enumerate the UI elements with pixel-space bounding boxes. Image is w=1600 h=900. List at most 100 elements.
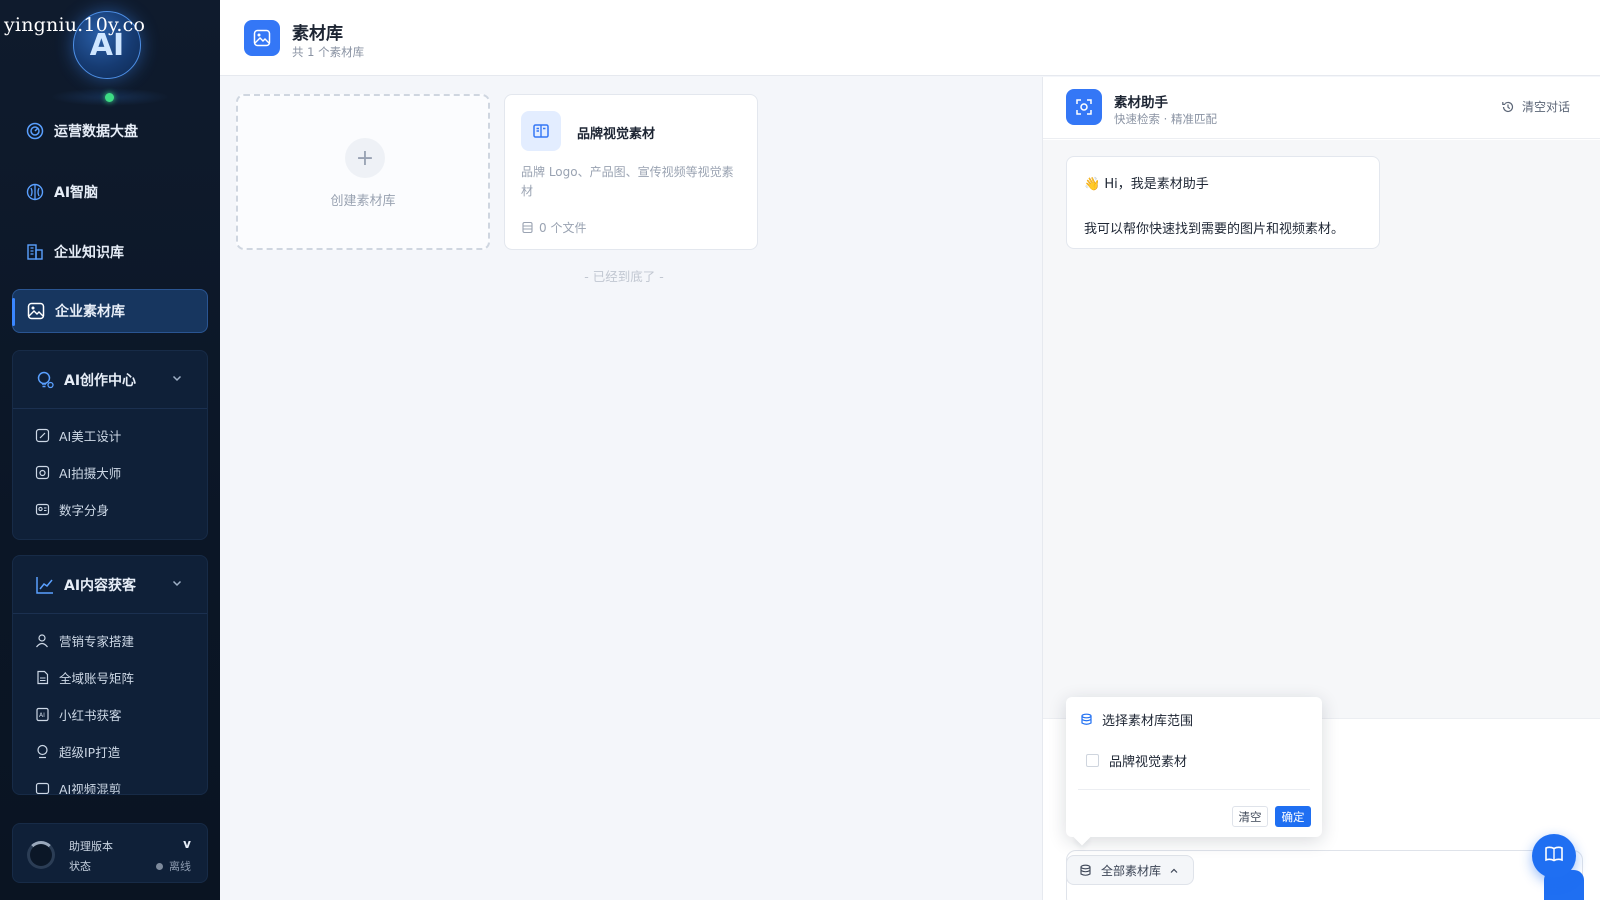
sidebar: AI 运营数据大盘 AI智脑 企业知识库 企业素材库 AI创作中心 AI美工设计… (0, 0, 220, 900)
group-header-ai-creation[interactable]: AI创作中心 (13, 351, 207, 409)
video-icon (35, 781, 50, 794)
book-open-icon (1543, 843, 1565, 869)
help-float-button[interactable] (1532, 834, 1576, 878)
group-ai-content: AI内容获客 营销专家搭建 全域账号矩阵 AI 小红书获客 超级IP打造 AI视… (12, 555, 208, 795)
sub-item-account-matrix[interactable]: 全域账号矩阵 (13, 659, 207, 696)
status-value: 离线 (156, 858, 191, 874)
create-library-card[interactable]: + 创建素材库 (236, 94, 490, 250)
scope-button-label: 全部素材库 (1101, 863, 1162, 878)
page-header: 素材库 共 1 个素材库 (220, 0, 1600, 76)
checkbox[interactable] (1086, 754, 1099, 767)
assistant-message: 👋 Hi，我是素材助手 我可以帮你快速找到需要的图片和视频素材。 (1066, 156, 1380, 249)
chevron-down-icon (171, 372, 183, 388)
create-library-label: 创建素材库 (330, 194, 396, 209)
wave-icon: 👋 (1084, 177, 1101, 192)
version-label: 助理版本 (69, 840, 113, 853)
doc-icon (35, 670, 50, 685)
page-title: 素材库 (292, 24, 343, 44)
book-icon (521, 111, 561, 151)
sub-item-label: 全域账号矩阵 (59, 671, 135, 686)
end-of-list: - 已经到底了 - (584, 269, 664, 284)
brain-icon (26, 183, 44, 201)
library-option-label: 品牌视觉素材 (1109, 755, 1188, 770)
group-label: AI内容获客 (64, 577, 137, 594)
sub-item-label: 小红书获客 (59, 708, 122, 723)
sub-item-label: 数字分身 (59, 503, 110, 518)
library-grid: + 创建素材库 品牌视觉素材 品牌 Logo、产品图、宣传视频等视觉素材 0 个… (220, 77, 1042, 900)
sub-item-label: 超级IP打造 (59, 745, 121, 760)
library-card[interactable]: 品牌视觉素材 品牌 Logo、产品图、宣传视频等视觉素材 0 个文件 (504, 94, 758, 250)
file-stack-icon (521, 221, 534, 234)
medal-icon (35, 744, 50, 759)
status-value-text: 离线 (169, 860, 191, 873)
library-scope-button[interactable]: 全部素材库 (1066, 855, 1194, 885)
bulb-icon (35, 370, 55, 390)
sub-item-marketing-expert[interactable]: 营销专家搭建 (13, 622, 207, 659)
design-icon (35, 428, 50, 443)
library-description: 品牌 Logo、产品图、宣传视频等视觉素材 (521, 165, 734, 198)
sub-item-ai-photo[interactable]: AI拍摄大师 (13, 454, 207, 491)
nav-item-materials[interactable]: 企业素材库 (12, 289, 208, 333)
sub-item-xiaohongshu[interactable]: AI 小红书获客 (13, 696, 207, 733)
sub-item-digital-avatar[interactable]: 数字分身 (13, 491, 207, 528)
chevron-down-icon (171, 577, 183, 593)
popover-title-text: 选择素材库范围 (1102, 714, 1194, 729)
sub-item-label: AI拍摄大师 (59, 466, 122, 481)
popover-clear-button[interactable]: 清空 (1232, 806, 1268, 827)
group-header-ai-content[interactable]: AI内容获客 (13, 556, 207, 614)
clear-chat-label: 清空对话 (1521, 100, 1570, 114)
nav-item-dashboard[interactable]: 运营数据大盘 (12, 109, 208, 153)
library-option[interactable]: 品牌视觉素材 (1086, 751, 1187, 770)
version-value: v (183, 837, 191, 851)
sub-item-super-ip[interactable]: 超级IP打造 (13, 733, 207, 770)
popover-confirm-button[interactable]: 确定 (1275, 806, 1311, 827)
loading-spinner-icon (27, 841, 55, 869)
library-file-count: 0 个文件 (521, 219, 586, 236)
camera-icon (35, 465, 50, 480)
ai-doc-icon: AI (35, 707, 50, 722)
status-label: 状态 (69, 860, 91, 873)
assistant-subtitle: 快速检索 · 精准匹配 (1114, 112, 1217, 126)
user-icon (35, 633, 50, 648)
popover-title: 选择素材库范围 (1080, 710, 1193, 729)
sub-item-video-remix[interactable]: AI视频混剪 (13, 770, 207, 795)
nav-label: AI智脑 (54, 185, 99, 201)
assistant-title: 素材助手 (1114, 95, 1168, 111)
nav-item-knowledge[interactable]: 企业知识库 (12, 230, 208, 274)
chat-area: 👋 Hi，我是素材助手 我可以帮你快速找到需要的图片和视频素材。 (1043, 140, 1600, 718)
nav-label: 企业知识库 (54, 245, 124, 261)
chevron-up-icon (1169, 865, 1179, 875)
intro-text: 我可以帮你快速找到需要的图片和视频素材。 (1084, 222, 1345, 237)
image-icon (244, 20, 280, 56)
avatar-icon (35, 502, 50, 517)
sub-item-ai-design[interactable]: AI美工设计 (13, 417, 207, 454)
page-subtitle: 共 1 个素材库 (292, 45, 365, 59)
greeting-line: 👋 Hi，我是素材助手 (1084, 173, 1209, 192)
nav-item-ai-brain[interactable]: AI智脑 (12, 170, 208, 214)
svg-text:AI: AI (39, 712, 45, 719)
database-icon (1079, 864, 1092, 877)
history-icon (1501, 100, 1515, 114)
online-status-dot (105, 93, 114, 102)
watermark: yingniu.10y.co (4, 14, 146, 36)
nav-label: 运营数据大盘 (54, 124, 138, 140)
image-icon (27, 302, 45, 320)
group-label: AI创作中心 (64, 372, 137, 389)
nav-label: 企业素材库 (55, 304, 125, 320)
library-scope-popover: 选择素材库范围 品牌视觉素材 清空 确定 (1066, 697, 1322, 837)
database-icon (1080, 713, 1093, 726)
group-ai-creation: AI创作中心 AI美工设计 AI拍摄大师 数字分身 (12, 350, 208, 540)
clear-chat-button[interactable]: 清空对话 (1501, 98, 1570, 115)
chart-icon (35, 575, 55, 595)
library-title: 品牌视觉素材 (577, 127, 656, 142)
dashboard-icon (26, 122, 44, 140)
assistant-header: 素材助手 快速检索 · 精准匹配 清空对话 (1043, 77, 1600, 139)
sub-item-label: AI视频混剪 (59, 782, 122, 795)
assistant-status-box: 助理版本 v 状态 离线 (12, 823, 208, 883)
scan-icon (1066, 89, 1102, 125)
sub-item-label: AI美工设计 (59, 429, 122, 444)
plus-icon: + (345, 138, 385, 178)
greeting-text: Hi，我是素材助手 (1104, 177, 1209, 192)
building-icon (26, 243, 44, 261)
file-count-text: 0 个文件 (539, 221, 587, 235)
